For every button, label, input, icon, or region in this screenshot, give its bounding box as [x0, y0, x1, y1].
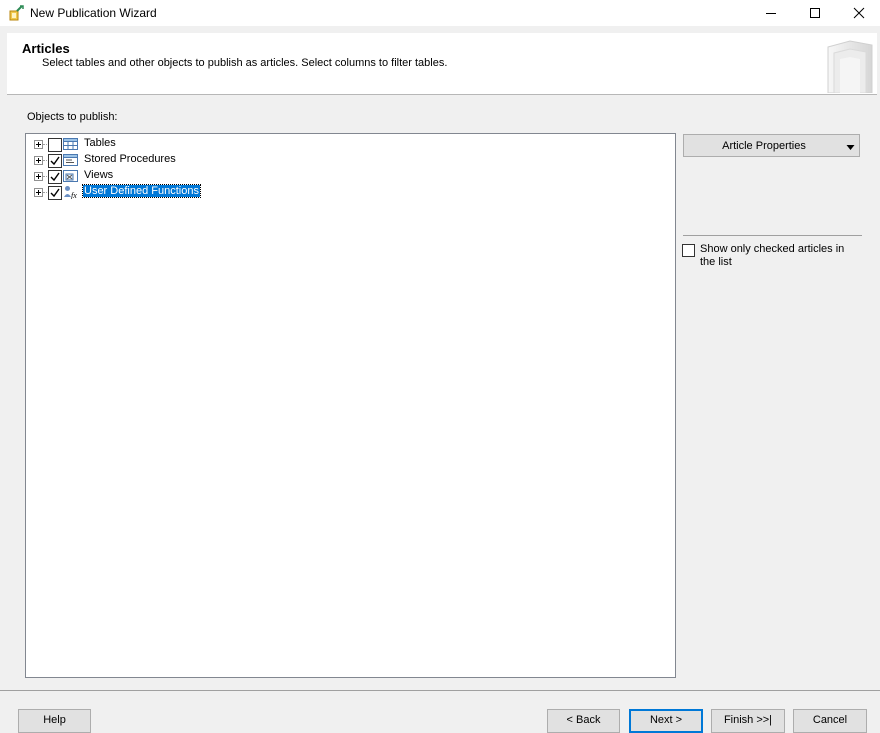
page-subtitle: Select tables and other objects to publi… [42, 57, 448, 69]
maximize-button[interactable] [792, 0, 838, 26]
expand-icon[interactable] [34, 172, 43, 181]
stored-procedure-icon [63, 153, 78, 167]
side-divider [683, 235, 862, 236]
show-checked-articles-label: Show only checked articles in the list [700, 243, 845, 268]
expand-icon[interactable] [34, 188, 43, 197]
cancel-button[interactable]: Cancel [793, 709, 867, 733]
window-title: New Publication Wizard [30, 6, 157, 20]
tree-connector [43, 176, 47, 177]
tree-item-label: Tables [84, 137, 116, 149]
wizard-icon [9, 5, 25, 21]
show-checked-articles-checkbox[interactable] [682, 244, 695, 257]
tree-connector [43, 160, 47, 161]
page-title: Articles [22, 41, 70, 56]
checkmark-icon [50, 172, 60, 182]
help-button[interactable]: Help [18, 709, 91, 733]
tree-connector [43, 192, 47, 193]
tree-connector [43, 144, 47, 145]
tree-item-label: Stored Procedures [84, 153, 176, 165]
checkmark-icon [50, 188, 60, 198]
svg-text:fx: fx [71, 191, 77, 199]
finish-button[interactable]: Finish >>| [711, 709, 785, 733]
views-checkbox[interactable] [48, 170, 62, 184]
tree-item-stored-procedures[interactable]: Stored Procedures [26, 152, 426, 168]
objects-to-publish-label: Objects to publish: [27, 111, 118, 123]
minimize-icon [766, 13, 776, 14]
tree-item-tables[interactable]: Tables [26, 136, 426, 152]
expand-icon[interactable] [34, 140, 43, 149]
view-icon [63, 169, 78, 183]
close-button[interactable] [836, 0, 880, 26]
back-button[interactable]: < Back [547, 709, 620, 733]
tables-checkbox[interactable] [48, 138, 62, 152]
next-button[interactable]: Next > [629, 709, 703, 733]
wizard-banner-graphic [820, 37, 875, 94]
tree-item-user-defined-functions[interactable]: fx User Defined Functions [26, 184, 426, 200]
minimize-button[interactable] [748, 0, 794, 26]
article-properties-label: Article Properties [722, 140, 806, 152]
wizard-header: Articles Select tables and other objects… [7, 33, 877, 95]
close-icon [853, 7, 865, 19]
tree-item-views[interactable]: Views [26, 168, 426, 184]
function-icon: fx [63, 185, 78, 200]
checkmark-icon [50, 156, 60, 166]
user-defined-functions-checkbox[interactable] [48, 186, 62, 200]
article-properties-dropdown[interactable]: Article Properties [683, 134, 860, 157]
dropdown-arrow-icon [846, 141, 855, 155]
stored-procedures-checkbox[interactable] [48, 154, 62, 168]
objects-tree[interactable]: Tables Stored Procedures Views fx User D… [25, 133, 676, 678]
title-bar: New Publication Wizard [0, 0, 880, 26]
expand-icon[interactable] [34, 156, 43, 165]
table-icon [63, 137, 78, 151]
tree-item-label: Views [84, 169, 114, 181]
footer-separator [0, 690, 880, 691]
tree-item-label: User Defined Functions [82, 184, 201, 198]
maximize-icon [810, 8, 820, 18]
